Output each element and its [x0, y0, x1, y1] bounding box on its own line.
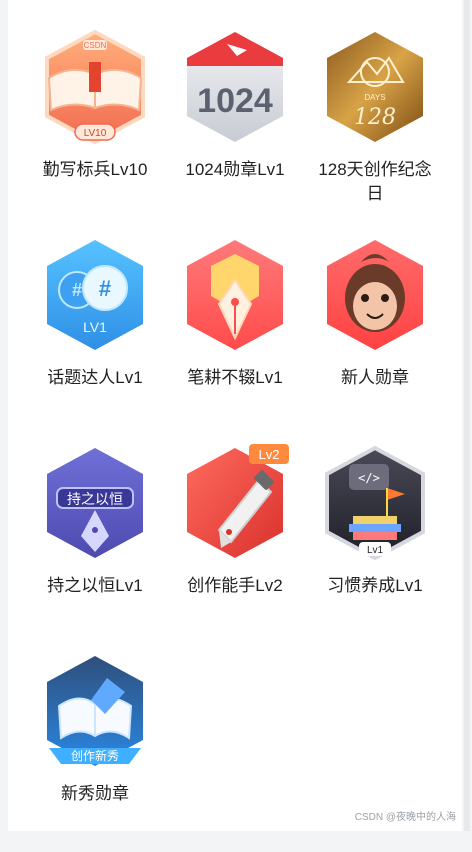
open-book-icon: CSDN LV10 — [35, 28, 155, 150]
badge-label: 持之以恒Lv1 — [30, 574, 160, 598]
badge-text: 创作新秀 — [71, 748, 119, 763]
new-talent-icon: 创作新秀 — [35, 652, 155, 774]
calendar-1024-icon: 1024 — [175, 28, 295, 150]
fountain-pen-icon: Lv2 — [175, 444, 295, 566]
badge-label: 笔耕不辍Lv1 — [170, 366, 300, 390]
badge-item[interactable]: 笔耕不辍Lv1 — [165, 236, 305, 436]
svg-text:#: # — [99, 276, 111, 301]
watermark: CSDN @夜晚中的人海 — [355, 808, 456, 823]
svg-text:CSDN: CSDN — [84, 41, 107, 50]
badge-number-text: 128 — [354, 105, 396, 130]
badge-item[interactable]: # # LV1 话题达人Lv1 — [25, 236, 165, 436]
badge-item[interactable]: DAYS 128 128天创作纪念日 — [305, 28, 445, 228]
badge-level-text: Lv1 — [367, 545, 384, 556]
days-128-icon: DAYS 128 — [315, 28, 435, 150]
badge-label: 习惯养成Lv1 — [310, 574, 440, 598]
badge-item[interactable]: CSDN LV10 勤写标兵Lv10 — [25, 28, 165, 228]
badge-item[interactable]: Lv2 创作能手Lv2 — [165, 444, 305, 644]
badge-label: 勤写标兵Lv10 — [30, 158, 160, 182]
badge-level-text: LV1 — [83, 319, 107, 335]
badge-tag-text: Lv2 — [259, 447, 280, 462]
svg-text:</>: </> — [358, 471, 380, 485]
badge-level-text: LV10 — [84, 128, 107, 139]
badge-panel: CSDN LV10 勤写标兵Lv10 — [8, 0, 462, 831]
code-books-icon: </> Lv1 — [315, 444, 435, 566]
badge-item[interactable]: </> Lv1 习惯养成Lv1 — [305, 444, 445, 644]
badge-label: 创作能手Lv2 — [170, 574, 300, 598]
badge-number-text: 1024 — [197, 82, 273, 120]
badge-item[interactable]: 持之以恒 持之以恒Lv1 — [25, 444, 165, 644]
svg-text:#: # — [72, 280, 82, 300]
pen-nib-icon — [175, 236, 295, 358]
badge-item[interactable]: 1024 1024勋章Lv1 — [165, 28, 305, 228]
badge-label: 新秀勋章 — [30, 782, 160, 806]
hashtag-chat-icon: # # LV1 — [35, 236, 155, 358]
monkey-face-icon — [315, 236, 435, 358]
badge-label: 话题达人Lv1 — [30, 366, 160, 390]
badge-item[interactable]: 新人勋章 — [305, 236, 445, 436]
badge-text: 持之以恒 — [67, 492, 123, 508]
badge-label: 128天创作纪念日 — [310, 158, 440, 206]
svg-text:DAYS: DAYS — [364, 93, 385, 102]
scrollbar[interactable] — [464, 0, 470, 831]
badge-label: 1024勋章Lv1 — [170, 158, 300, 182]
badge-item[interactable]: 创作新秀 新秀勋章 — [25, 652, 165, 852]
persistence-icon: 持之以恒 — [35, 444, 155, 566]
badge-label: 新人勋章 — [310, 366, 440, 390]
